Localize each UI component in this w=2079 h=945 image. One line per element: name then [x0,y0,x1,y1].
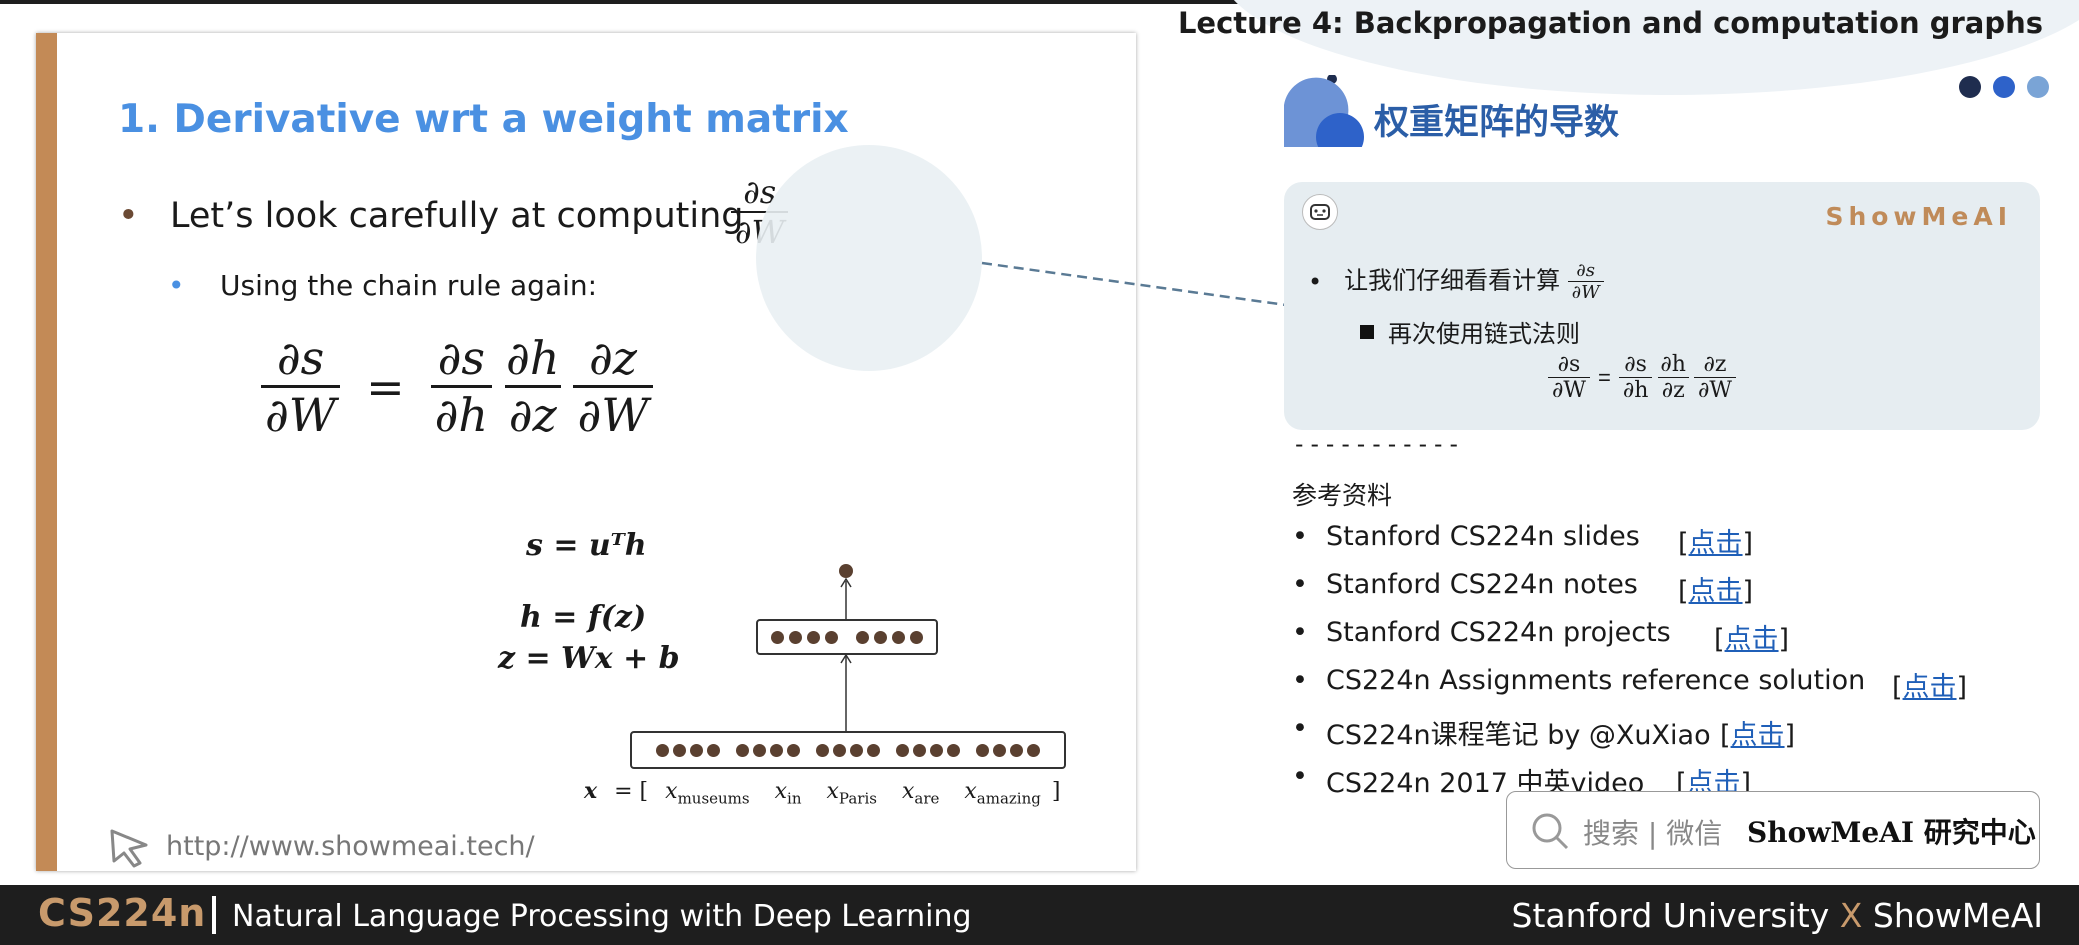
note-eq-equals: = [1598,364,1611,390]
slide-bullet-1-text: Let’s look carefully at computing [170,196,744,236]
reference-link[interactable]: 点击 [1689,528,1743,559]
bullet-marker: • [168,269,185,302]
note-bullet-2: 再次使用链式法则 [1360,314,1580,349]
slide-url-row[interactable]: http://www.showmeai.tech/ [106,823,535,869]
footer-course: CS224n [38,891,207,935]
input-vector-label: x = [ xmuseums xin xParis xare xamazing … [584,778,1061,808]
magnifier-connector [981,261,1287,307]
dot-mid [1993,76,2015,98]
search-text: 搜索 | 微信 [1583,817,1723,850]
note-card: ShowMeAI • 让我们仔细看看计算 ∂s ∂W 再次使用链式法则 ∂s ∂… [1284,182,2040,430]
footer-credits: Stanford University X ShowMeAI [1511,896,2043,935]
reference-link[interactable]: 点击 [1731,720,1785,751]
note-eq-lhs: ∂s ∂W [1548,352,1590,403]
magnifier-circle [756,145,982,371]
wechat-search-box[interactable]: 搜索 | 微信 ShowMeAI 研究中心 [1506,791,2040,869]
search-icon [1532,813,1569,850]
references-title: 参考资料 [1292,481,1393,510]
slide-title: 1. Derivative wrt a weight matrix [118,97,849,142]
footer-separator [212,896,216,934]
note-bullet-2-text: 再次使用链式法则 [1388,320,1580,348]
chain-term-3: ∂z ∂W [573,331,653,442]
formula-z: z = Wx + b [498,641,680,676]
equals-sign: = [366,359,405,414]
note-eq-term-2: ∂h ∂z [1656,352,1690,403]
slide-url[interactable]: http://www.showmeai.tech/ [166,831,535,862]
chain-term-1: ∂s ∂h [430,331,493,442]
note-fraction-ds-dW: ∂s ∂W [1567,260,1604,303]
dot-light [2027,76,2049,98]
dot-dark [1959,76,1981,98]
search-brand: ShowMeAI 研究中心 [1747,816,2036,849]
output-neuron [839,564,853,578]
lecture-slide: 1. Derivative wrt a weight matrix • Let’… [36,33,1136,871]
note-eq-term-3: ∂z ∂W [1693,352,1736,403]
footer-subtitle: Natural Language Processing with Deep Le… [232,899,972,934]
decorative-dots [1959,76,2049,98]
hidden-layer [756,619,938,655]
bullet-marker: • [118,196,139,236]
formula-s: s = uᵀh [526,528,647,563]
chain-rule-equation: ∂s ∂W = ∂s ∂h ∂h ∂z ∂z ∂W [261,331,653,442]
chain-term-2: ∂h ∂z [504,331,561,442]
robot-icon [1302,194,1338,230]
slide-bullet-2-text: Using the chain rule again: [220,269,598,302]
section-icon [1284,75,1364,147]
formula-h: h = f(z) [520,600,647,635]
reference-link[interactable]: 点击 [1689,576,1743,607]
slide-accent-bar [36,33,57,871]
separator-line: ----------- [1292,430,1462,458]
reference-link[interactable]: 点击 [1903,672,1957,703]
brand-tag: ShowMeAI [1825,202,2012,231]
lecture-title: Lecture 4: Backpropagation and computati… [1177,6,2043,40]
note-equation: ∂s ∂W = ∂s ∂h ∂h ∂z ∂z ∂W [1548,352,1736,403]
section-title: 权重矩阵的导数 [1374,103,1620,143]
note-bullet-1: • 让我们仔细看看计算 ∂s ∂W [1308,260,1604,303]
note-eq-term-1: ∂s ∂h [1618,352,1653,403]
cursor-icon [110,829,148,868]
input-layer [630,731,1066,769]
reference-link[interactable]: 点击 [1725,624,1779,655]
bullet-marker: • [1308,267,1323,296]
note-bullet-1-text: 让我们仔细看看计算 [1344,266,1561,295]
footer-bar: CS224n Natural Language Processing with … [0,885,2079,945]
square-bullet-icon [1360,324,1374,339]
chain-lhs: ∂s ∂W [261,331,341,442]
